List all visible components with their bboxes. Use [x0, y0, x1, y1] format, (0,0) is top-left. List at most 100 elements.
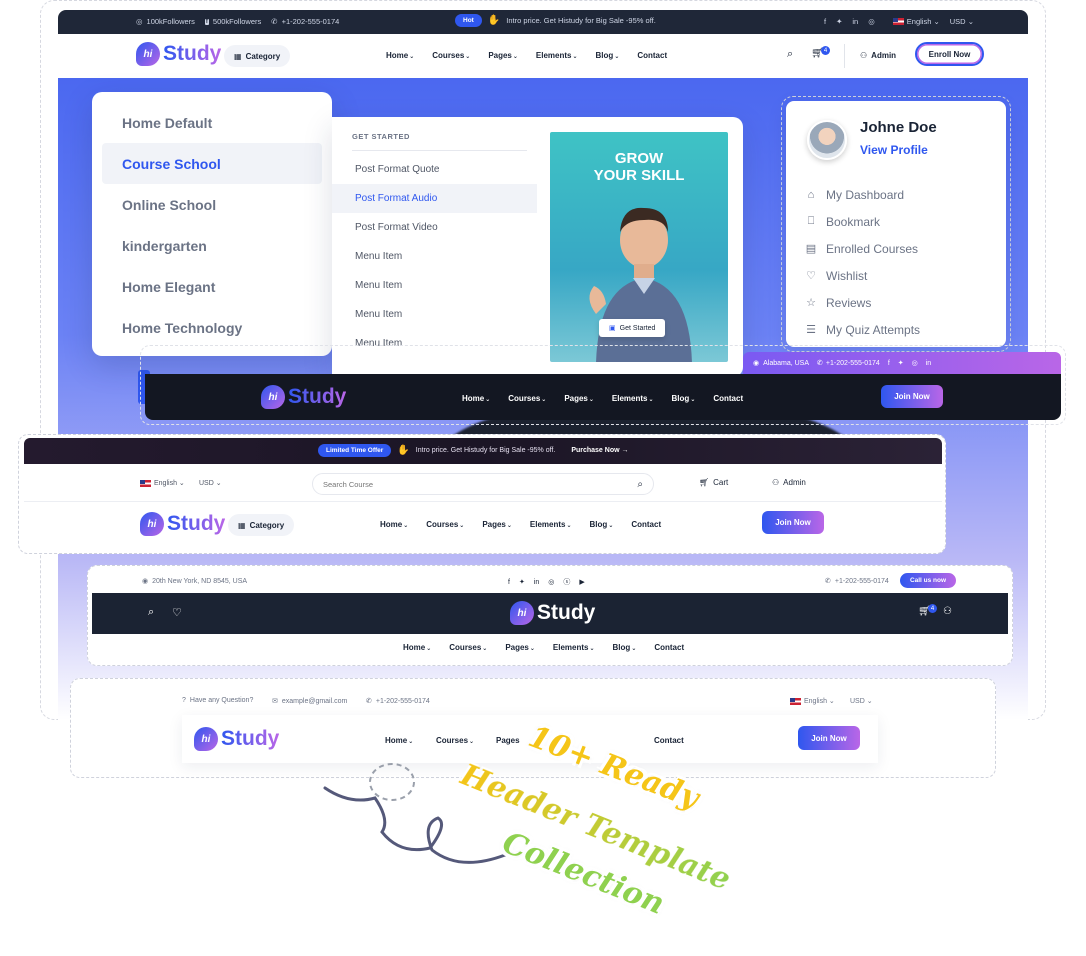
- header-variant-4-topbar: ◉ 20th New York, ND 8545, USA f ✦ in ◎ ⓢ …: [92, 569, 1008, 593]
- menu-item-reviews[interactable]: ☆ Reviews: [786, 289, 1006, 316]
- facebook-icon[interactable]: f: [888, 360, 890, 367]
- nav-pages[interactable]: Pages⌄: [488, 51, 518, 60]
- search-bar[interactable]: ⌕: [312, 473, 654, 495]
- purchase-now-link[interactable]: Purchase Now →: [571, 447, 628, 454]
- nav-blog[interactable]: Blog⌄: [596, 51, 620, 60]
- currency-select[interactable]: USD ⌄: [950, 17, 974, 26]
- user-icon[interactable]: ⚇: [943, 606, 952, 617]
- admin-link[interactable]: ⚇ Admin: [860, 51, 896, 60]
- search-icon[interactable]: ⌕: [787, 48, 793, 61]
- avatar[interactable]: [807, 120, 847, 160]
- get-started-button[interactable]: ▣ Get Started: [599, 319, 666, 337]
- menu-item-home-technology[interactable]: Home Technology: [102, 307, 322, 348]
- language-select[interactable]: English ⌄: [140, 479, 185, 487]
- menu-item-post-format-quote[interactable]: Post Format Quote: [332, 155, 537, 184]
- site-logo[interactable]: hi Study: [510, 601, 595, 625]
- call-us-now-button[interactable]: Call us now: [900, 573, 956, 588]
- facebook-icon[interactable]: f: [508, 579, 510, 586]
- category-button[interactable]: ▦ Category: [224, 45, 291, 67]
- nav-pages[interactable]: Pages: [496, 736, 520, 745]
- menu-item[interactable]: Menu Item: [332, 242, 537, 271]
- address-text: Alabama, USA: [763, 359, 810, 367]
- nav-elements[interactable]: Elements⌄: [530, 520, 572, 529]
- phone[interactable]: ✆ +1-202-555-0174: [366, 697, 430, 706]
- menu-item-home-elegant[interactable]: Home Elegant: [102, 266, 322, 307]
- menu-item-kindergarten[interactable]: kindergarten: [102, 225, 322, 266]
- nav-home[interactable]: Home⌄: [380, 520, 408, 529]
- menu-item-enrolled-courses[interactable]: ▤ Enrolled Courses: [786, 235, 1006, 262]
- facebook-icon[interactable]: f: [204, 18, 209, 25]
- instagram-icon[interactable]: ◎: [548, 578, 554, 586]
- nav-blog[interactable]: Blog⌄: [590, 520, 614, 529]
- nav-contact[interactable]: Contact: [654, 736, 684, 745]
- nav-elements[interactable]: Elements⌄: [612, 394, 654, 403]
- search-icon[interactable]: ⌕: [148, 606, 154, 619]
- join-now-button[interactable]: Join Now: [762, 511, 824, 534]
- enroll-now-button[interactable]: Enroll Now: [915, 42, 984, 66]
- view-profile-link[interactable]: View Profile: [860, 143, 928, 157]
- twitter-icon[interactable]: ✦: [898, 359, 904, 367]
- nav-courses[interactable]: Courses⌄: [426, 520, 464, 529]
- menu-item-wishlist[interactable]: ♡ Wishlist: [786, 262, 1006, 289]
- linkedin-icon[interactable]: in: [852, 17, 858, 26]
- instagram-icon[interactable]: ◎: [912, 359, 918, 367]
- promo-banner[interactable]: GROW YOUR SKILL ▣ Get Started: [550, 132, 728, 362]
- menu-item-bookmark[interactable]: ⎕ Bookmark: [786, 208, 1006, 235]
- search-icon[interactable]: ⌕: [637, 479, 643, 490]
- email[interactable]: ✉ example@gmail.com: [272, 697, 347, 706]
- twitter-icon[interactable]: ✦: [519, 578, 525, 586]
- join-now-button[interactable]: Join Now: [881, 385, 943, 408]
- admin-link[interactable]: ⚇ Admin: [772, 478, 806, 487]
- nav-elements[interactable]: Elements⌄: [553, 643, 595, 652]
- cart-link[interactable]: 🛒︎ Cart: [699, 478, 728, 487]
- menu-item[interactable]: Menu Item: [332, 271, 537, 300]
- menu-item-post-format-video[interactable]: Post Format Video: [332, 213, 537, 242]
- menu-item-dashboard[interactable]: ⌂ My Dashboard: [786, 181, 1006, 208]
- nav-blog[interactable]: Blog⌄: [613, 643, 637, 652]
- language-select[interactable]: English ⌄: [790, 697, 835, 705]
- heart-icon[interactable]: ♡: [172, 606, 182, 619]
- site-logo[interactable]: hi Study: [261, 385, 346, 409]
- facebook-icon[interactable]: f: [824, 17, 826, 26]
- nav-courses[interactable]: Courses⌄: [436, 736, 474, 745]
- nav-contact[interactable]: Contact: [654, 643, 684, 652]
- nav-contact[interactable]: Contact: [713, 394, 743, 403]
- nav-courses[interactable]: Courses⌄: [449, 643, 487, 652]
- nav-elements[interactable]: Elements⌄: [536, 51, 578, 60]
- currency-select[interactable]: USD ⌄: [199, 479, 222, 487]
- linkedin-icon[interactable]: in: [534, 579, 539, 586]
- nav-blog[interactable]: Blog⌄: [672, 394, 696, 403]
- nav-home[interactable]: Home⌄: [385, 736, 413, 745]
- nav-pages[interactable]: Pages⌄: [482, 520, 512, 529]
- search-input[interactable]: [323, 479, 603, 489]
- nav-courses[interactable]: Courses⌄: [432, 51, 470, 60]
- nav-contact[interactable]: Contact: [631, 520, 661, 529]
- youtube-icon[interactable]: ▶: [579, 578, 584, 586]
- instagram-icon[interactable]: ◎: [136, 17, 143, 26]
- nav-pages[interactable]: Pages⌄: [505, 643, 535, 652]
- site-logo[interactable]: hi Study: [140, 512, 225, 536]
- menu-item-home-default[interactable]: Home Default: [102, 102, 322, 143]
- site-logo[interactable]: hi Study: [136, 42, 221, 66]
- nav-courses[interactable]: Courses⌄: [508, 394, 546, 403]
- menu-item-online-school[interactable]: Online School: [102, 184, 322, 225]
- nav-pages[interactable]: Pages⌄: [564, 394, 594, 403]
- menu-item-quiz-attempts[interactable]: ☰ My Quiz Attempts: [786, 316, 1006, 343]
- join-now-button[interactable]: Join Now: [798, 726, 860, 750]
- nav-home[interactable]: Home⌄: [462, 394, 490, 403]
- category-button[interactable]: ▦ Category: [228, 514, 295, 536]
- skype-icon[interactable]: ⓢ: [563, 577, 570, 587]
- instagram-icon[interactable]: ◎: [868, 17, 875, 26]
- language-select[interactable]: English ⌄: [892, 17, 940, 26]
- nav-home[interactable]: Home⌄: [403, 643, 431, 652]
- menu-item-post-format-audio[interactable]: Post Format Audio: [332, 184, 537, 213]
- promo-title-line-2: YOUR SKILL: [593, 167, 685, 184]
- nav-contact[interactable]: Contact: [637, 51, 667, 60]
- linkedin-icon[interactable]: in: [926, 360, 931, 367]
- twitter-icon[interactable]: ✦: [836, 17, 842, 26]
- nav-home[interactable]: Home⌄: [386, 51, 414, 60]
- currency-select[interactable]: USD ⌄: [850, 697, 873, 705]
- site-logo[interactable]: hi Study: [194, 727, 279, 751]
- menu-item[interactable]: Menu Item: [332, 300, 537, 329]
- menu-item-course-school[interactable]: Course School: [102, 143, 322, 184]
